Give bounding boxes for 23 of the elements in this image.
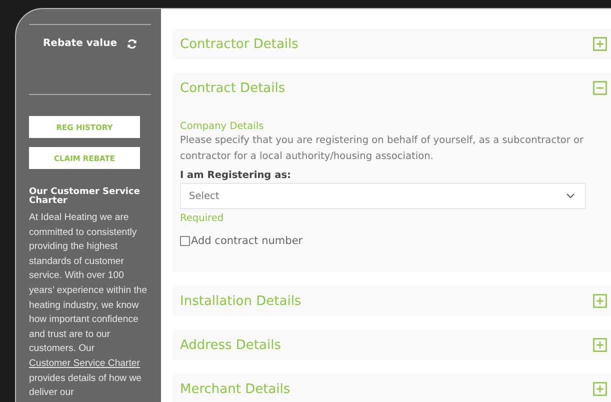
section-title[interactable]: Address Details xyxy=(180,338,281,352)
charter-link[interactable]: Customer Service Charter xyxy=(29,358,140,369)
chevron-down-icon xyxy=(566,193,575,199)
charter-heading: Our Customer Service Charter xyxy=(29,188,141,206)
charter-paragraph: At Ideal Heating we are committed to consistently providing the highest standards of customer service. With over 100 years’ experience within the heating industry, we know how important confidence and trust are to our customers. Our Customer Service Charter provides details of how we deliver our xyxy=(29,211,148,400)
checkbox[interactable] xyxy=(180,236,190,246)
plus-square-icon[interactable] xyxy=(593,37,607,51)
minus-square-icon[interactable] xyxy=(593,81,607,95)
refresh-icon[interactable] xyxy=(127,38,138,48)
plus-square-icon[interactable] xyxy=(593,338,607,352)
description-text: Please specify that you are registering on behalf of yourself, as a subcontractor or contractor for a local authority/housing association. xyxy=(180,134,585,164)
section-title[interactable]: Contract Details xyxy=(180,80,286,96)
company-details-heading: Company Details xyxy=(180,120,265,133)
rebate-value-label: Rebate value xyxy=(42,38,118,49)
field-label: I am Registering as: xyxy=(180,169,292,183)
select-field[interactable]: Select xyxy=(180,183,586,209)
validation-message: Required xyxy=(180,212,225,226)
plus-square-icon[interactable] xyxy=(593,382,607,396)
plus-square-icon[interactable] xyxy=(593,294,607,308)
section-title[interactable]: Contractor Details xyxy=(180,36,298,52)
section-title[interactable]: Installation Details xyxy=(180,294,302,308)
checkbox-label[interactable]: Add contract number xyxy=(191,235,303,247)
section-title[interactable]: Merchant Details xyxy=(180,382,290,396)
